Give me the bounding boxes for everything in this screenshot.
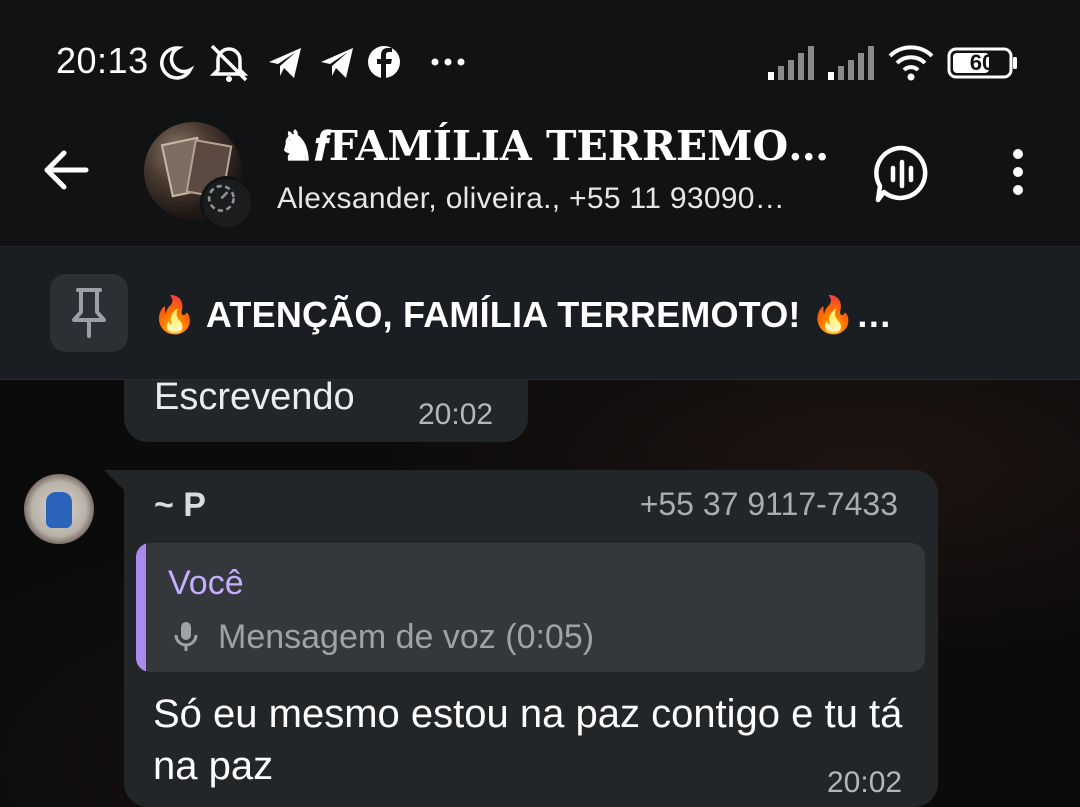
pin-button[interactable] bbox=[50, 274, 128, 352]
reply-accent-bar bbox=[136, 543, 146, 672]
battery-level: 60 bbox=[969, 50, 995, 75]
arrow-left-icon[interactable] bbox=[38, 142, 94, 198]
kebab-menu-icon[interactable] bbox=[998, 144, 1038, 200]
facebook-icon bbox=[368, 46, 400, 78]
message-time: 20:02 bbox=[827, 766, 903, 799]
sender-phone: +55 37 9117-7433 bbox=[639, 486, 898, 522]
muted-alarm-icon bbox=[209, 44, 249, 82]
more-dots-icon bbox=[431, 58, 465, 66]
reply-text: Mensagem de voz (0:05) bbox=[218, 618, 595, 656]
pinned-message-text[interactable]: 🔥 ATENÇÃO, FAMÍLIA TERREMOTO! 🔥… bbox=[152, 294, 902, 336]
telegram-icon bbox=[321, 48, 353, 78]
telegram-icon bbox=[269, 48, 301, 78]
reply-author: Você bbox=[168, 564, 244, 602]
signal-icon bbox=[768, 46, 814, 80]
moon-icon bbox=[160, 46, 195, 80]
pin-icon bbox=[72, 288, 106, 338]
voice-chat-icon[interactable] bbox=[870, 142, 934, 206]
timer-badge bbox=[200, 176, 254, 230]
message-text: Escrevendo bbox=[154, 376, 355, 418]
bubble-tail bbox=[104, 470, 126, 492]
message-time: 20:02 bbox=[418, 398, 494, 431]
wifi-icon bbox=[888, 45, 934, 81]
status-time: 20:13 bbox=[56, 40, 149, 81]
sender-avatar[interactable] bbox=[24, 474, 94, 544]
chat-subtitle[interactable]: Alexsander, oliveira., +55 11 93090… bbox=[277, 182, 837, 216]
chat-title[interactable]: ♞𝒇FAMÍLIA TERREMO… bbox=[278, 122, 838, 174]
sender-name[interactable]: ~ P bbox=[154, 486, 206, 525]
microphone-icon bbox=[174, 622, 198, 651]
signal-icon bbox=[828, 46, 874, 80]
timer-icon bbox=[207, 184, 235, 212]
message-text: Só eu mesmo estou na paz contigo e tu tá… bbox=[153, 692, 903, 788]
